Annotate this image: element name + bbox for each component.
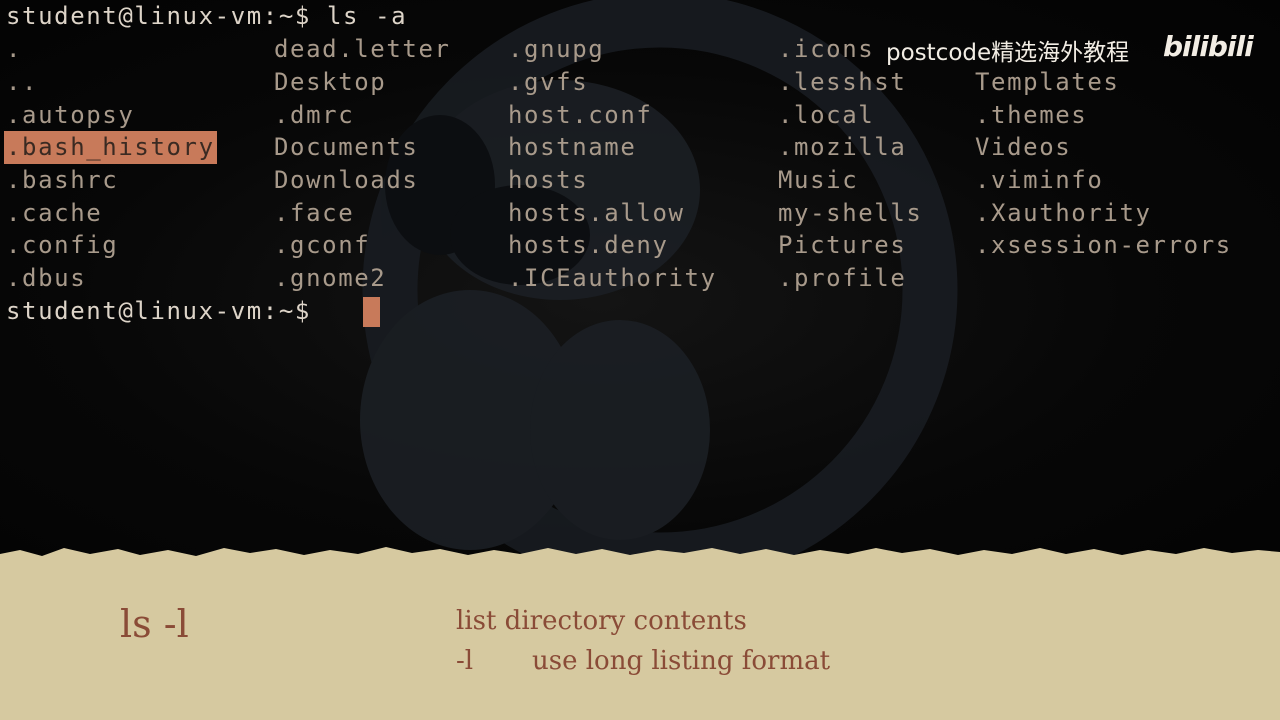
terminal-prompt-line: student@linux-vm:~$ (6, 297, 327, 325)
ls-entry: .Xauthority (975, 199, 1152, 227)
ls-entry: my-shells (778, 199, 923, 227)
ls-entry: .profile (778, 264, 907, 292)
ls-entry: .viminfo (975, 166, 1104, 194)
terminal-prompt-line: student@linux-vm:~$ ls -a (6, 2, 408, 30)
flag-name: -l (456, 646, 474, 676)
ls-entry: .autopsy (6, 101, 135, 129)
ls-entry: Downloads (274, 166, 419, 194)
ls-entry: Documents (274, 133, 419, 161)
ls-entry: . (6, 35, 23, 63)
ls-entry: .dmrc (274, 101, 355, 129)
ls-entry-highlighted: .bash_history (4, 131, 217, 164)
flag-description: use long listing format (532, 646, 831, 676)
ls-entry: hosts.deny (508, 231, 669, 259)
ls-entry: .gvfs (508, 68, 589, 96)
ls-entry: hosts (508, 166, 589, 194)
ls-entry: .gnupg (508, 35, 605, 63)
ls-entry: .dbus (6, 264, 87, 292)
ls-entry: .cache (6, 199, 103, 227)
ls-entry: .xsession-errors (975, 231, 1232, 259)
ls-entry: Templates (975, 68, 1120, 96)
ls-entry: hosts.allow (508, 199, 685, 227)
terminal-window[interactable]: student@linux-vm:~$ ls -a . .. .autopsy … (0, 0, 1280, 560)
ls-entry: .gnome2 (274, 264, 387, 292)
terminal-cursor[interactable] (363, 297, 380, 327)
ls-entry: Music (778, 166, 859, 194)
ls-entry: .ICEauthority (508, 264, 717, 292)
channel-watermark: postcode精选海外教程 (886, 40, 1130, 66)
ls-entry: hostname (508, 133, 637, 161)
ls-entry: .. (6, 68, 39, 96)
ls-entry: host.conf (508, 101, 653, 129)
bilibili-logo: bilibili (1163, 30, 1254, 63)
ls-entry: .face (274, 199, 355, 227)
ls-entry: .gconf (274, 231, 371, 259)
ls-entry: Pictures (778, 231, 907, 259)
ls-entry: Desktop (274, 68, 387, 96)
ls-entry: .mozilla (778, 133, 907, 161)
command-title: ls -l (120, 602, 189, 646)
command-description: list directory contents (456, 606, 747, 636)
ls-entry: .lesshst (778, 68, 907, 96)
ls-entry: dead.letter (274, 35, 451, 63)
ls-entry: .bashrc (6, 166, 119, 194)
ls-entry: .local (778, 101, 875, 129)
ls-entry: Videos (975, 133, 1072, 161)
ls-entry: .themes (975, 101, 1088, 129)
ls-entry: .config (6, 231, 119, 259)
ls-entry: .icons (778, 35, 875, 63)
